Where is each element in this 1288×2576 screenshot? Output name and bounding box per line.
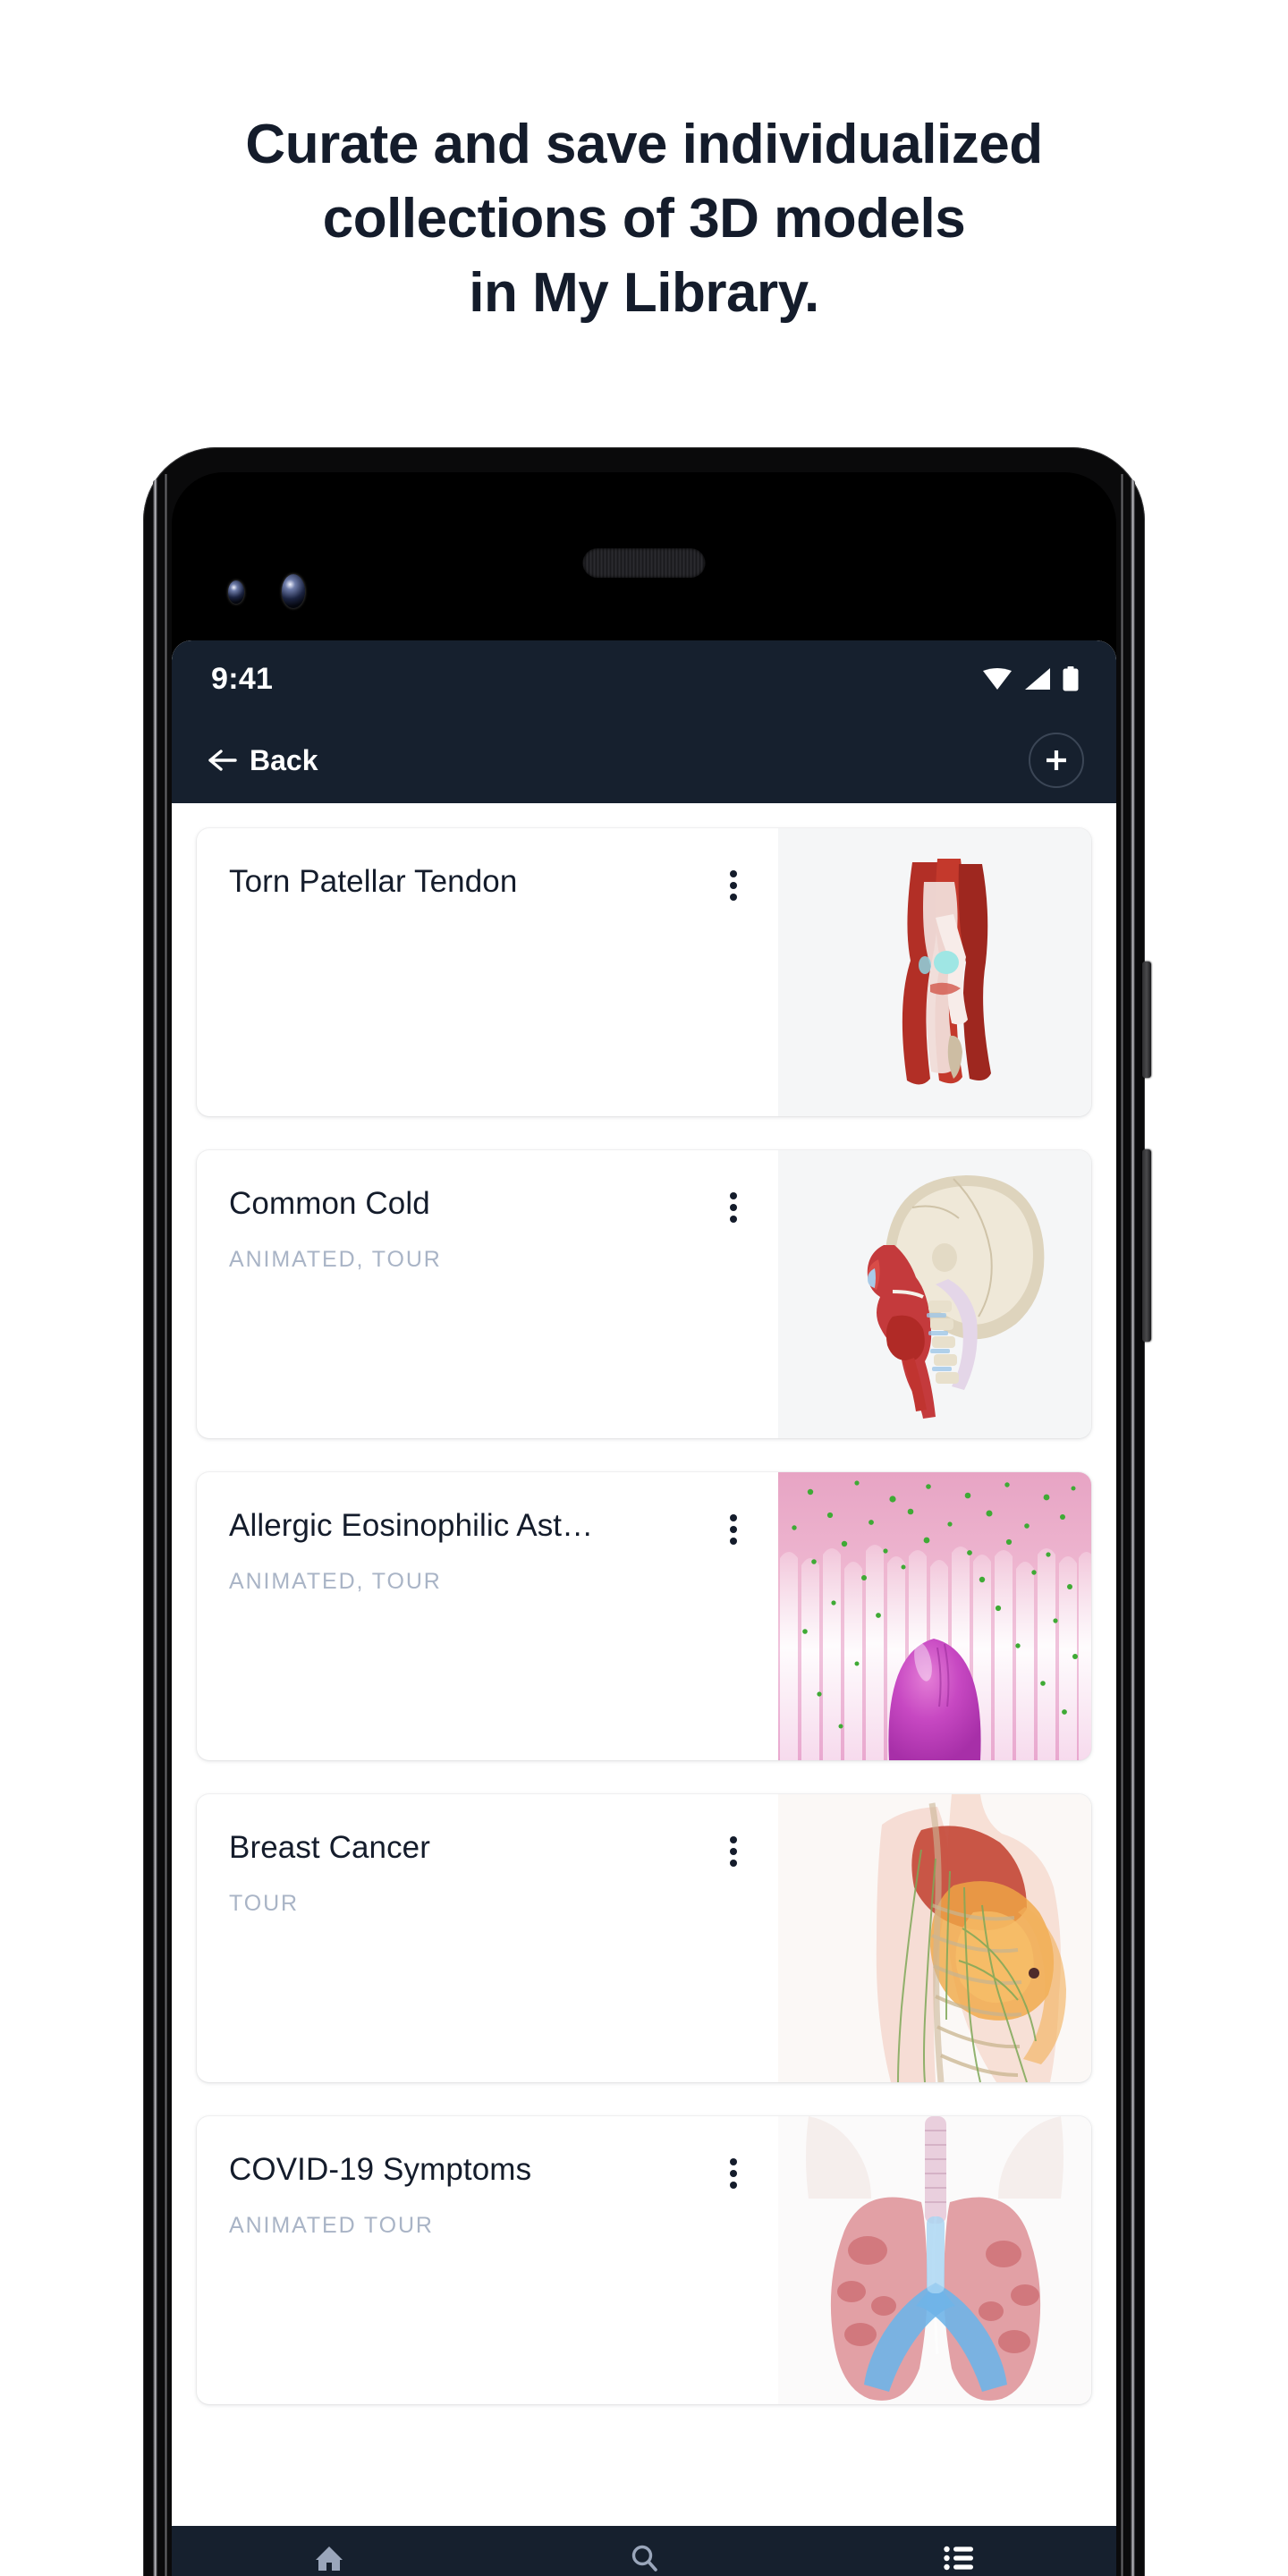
card-body: Breast Cancer TOUR xyxy=(197,1794,778,2082)
card-header: Allergic Eosinophilic Ast… xyxy=(229,1508,778,1549)
phone-mockup: 9:41 Back Torn Patellar Tendon Common Co… xyxy=(143,447,1151,2576)
list-item[interactable]: Breast Cancer TOUR xyxy=(197,1794,1091,2082)
headline-line-2: collections of 3D models xyxy=(322,188,966,250)
bottom-navigation: Home Explore xyxy=(172,2526,1116,2576)
list-item[interactable]: Common Cold ANIMATED, TOUR xyxy=(197,1150,1091,1438)
back-button[interactable]: Back xyxy=(208,744,318,777)
front-camera-icon xyxy=(282,574,305,608)
home-icon xyxy=(316,2546,343,2571)
nav-item-explore[interactable]: Explore xyxy=(487,2544,801,2576)
card-thumbnail xyxy=(778,1794,1091,2082)
list-icon xyxy=(944,2546,973,2570)
nav-item-home[interactable]: Home xyxy=(172,2544,487,2576)
card-tags: TOUR xyxy=(229,1891,299,1916)
card-thumbnail xyxy=(778,828,1091,1116)
status-bar: 9:41 xyxy=(172,640,1116,717)
nav-item-my-library[interactable]: My Library xyxy=(801,2545,1116,2576)
phone-rail-inner-left xyxy=(165,474,167,2576)
phone-rail-right xyxy=(1131,479,1135,2576)
covid-19-symptoms-thumbnail xyxy=(778,2116,1091,2404)
card-header: Common Cold xyxy=(229,1186,778,1227)
kebab-menu-icon[interactable] xyxy=(714,866,753,905)
library-card-list[interactable]: Torn Patellar Tendon Common Cold ANIMATE… xyxy=(172,803,1116,2526)
card-body: Common Cold ANIMATED, TOUR xyxy=(197,1150,778,1438)
common-cold-thumbnail xyxy=(778,1150,1091,1438)
card-thumbnail xyxy=(778,1472,1091,1760)
search-icon xyxy=(631,2545,657,2572)
card-tags: ANIMATED, TOUR xyxy=(229,1247,442,1272)
list-item[interactable]: COVID-19 Symptoms ANIMATED TOUR xyxy=(197,2116,1091,2404)
back-button-label: Back xyxy=(250,743,318,776)
card-title: Torn Patellar Tendon xyxy=(229,864,518,899)
card-tags: ANIMATED TOUR xyxy=(229,2213,434,2238)
card-title: Breast Cancer xyxy=(229,1830,431,1865)
list-item[interactable]: Allergic Eosinophilic Ast… ANIMATED, TOU… xyxy=(197,1472,1091,1760)
phone-screen: 9:41 Back Torn Patellar Tendon Common Co… xyxy=(172,640,1116,2576)
list-item[interactable]: Torn Patellar Tendon xyxy=(197,828,1091,1116)
card-title: COVID-19 Symptoms xyxy=(229,2152,532,2187)
battery-icon xyxy=(1063,666,1079,691)
torn-patellar-tendon-thumbnail xyxy=(778,828,1091,1116)
card-header: Breast Cancer xyxy=(229,1830,778,1871)
status-bar-clock: 9:41 xyxy=(211,661,274,696)
headline-line-1: Curate and save individualized xyxy=(245,114,1043,175)
phone-rail-inner-right xyxy=(1121,474,1123,2576)
card-thumbnail xyxy=(778,2116,1091,2404)
wifi-icon xyxy=(983,668,1012,690)
phone-bezel: 9:41 Back Torn Patellar Tendon Common Co… xyxy=(172,472,1116,2576)
card-title: Allergic Eosinophilic Ast… xyxy=(229,1508,594,1543)
phone-rail-left xyxy=(153,479,157,2576)
kebab-menu-icon[interactable] xyxy=(714,1188,753,1227)
card-header: Torn Patellar Tendon xyxy=(229,864,778,905)
kebab-menu-icon[interactable] xyxy=(714,1832,753,1871)
card-body: Torn Patellar Tendon xyxy=(197,828,778,1116)
status-bar-icons xyxy=(982,666,1079,691)
kebab-menu-icon[interactable] xyxy=(714,2154,753,2193)
card-body: COVID-19 Symptoms ANIMATED TOUR xyxy=(197,2116,778,2404)
add-collection-button[interactable] xyxy=(1029,733,1084,788)
breast-cancer-thumbnail xyxy=(778,1794,1091,2082)
card-tags: ANIMATED, TOUR xyxy=(229,1569,442,1594)
volume-button[interactable] xyxy=(1142,962,1151,1078)
plus-icon xyxy=(1046,750,1066,770)
arrow-left-icon xyxy=(208,750,237,771)
sensor-icon xyxy=(228,580,244,604)
card-body: Allergic Eosinophilic Ast… ANIMATED, TOU… xyxy=(197,1472,778,1760)
kebab-menu-icon[interactable] xyxy=(714,1510,753,1549)
power-button[interactable] xyxy=(1142,1149,1151,1342)
card-thumbnail xyxy=(778,1150,1091,1438)
cellular-signal-icon xyxy=(1025,668,1050,690)
app-bar: Back xyxy=(172,717,1116,803)
card-title: Common Cold xyxy=(229,1186,430,1221)
card-header: COVID-19 Symptoms xyxy=(229,2152,778,2193)
allergic-eosinophilic-asthma-thumbnail xyxy=(778,1472,1091,1760)
marketing-screenshot: Curate and save individualized collectio… xyxy=(0,0,1288,2576)
page-title: Curate and save individualized collectio… xyxy=(0,107,1288,330)
headline-line-3: in My Library. xyxy=(469,262,819,325)
earpiece-speaker-icon xyxy=(582,548,706,578)
